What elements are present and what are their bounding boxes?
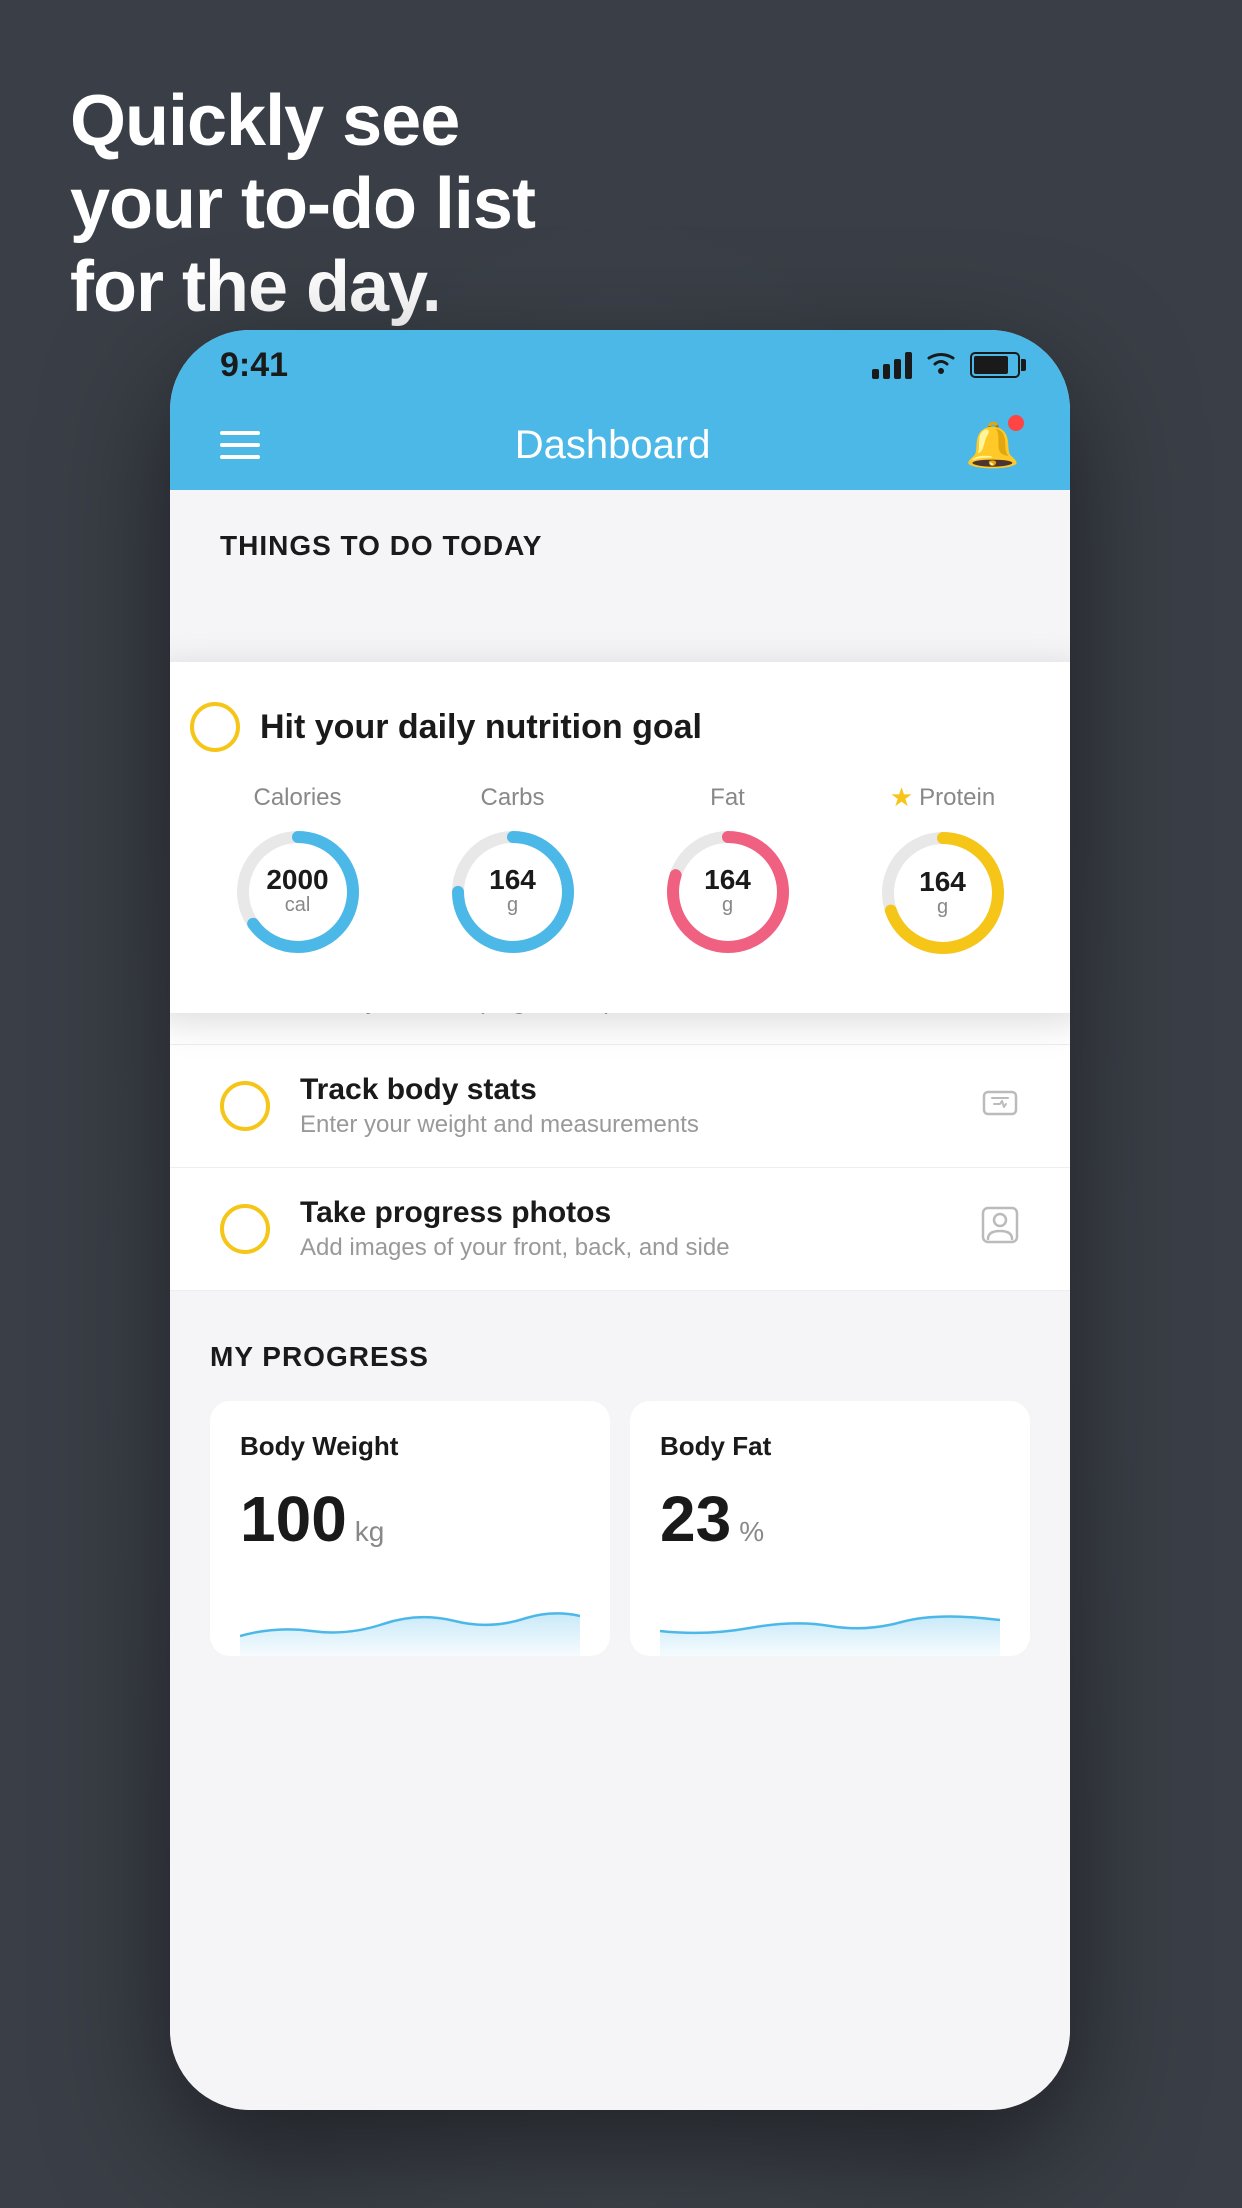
body-fat-title: Body Fat xyxy=(660,1431,1000,1462)
fat-label: Fat xyxy=(710,784,745,812)
carbs-unit: g xyxy=(507,894,518,917)
protein-label: Protein xyxy=(919,784,995,812)
body-fat-card: Body Fat 23 % xyxy=(630,1401,1030,1656)
nutrition-protein: ★ Protein 164 g xyxy=(873,782,1013,963)
carbs-label: Carbs xyxy=(480,784,544,812)
content-area: THINGS TO DO TODAY Hit your daily nutrit… xyxy=(170,490,1070,2110)
nutrition-calories: Calories 2000 cal xyxy=(228,784,368,962)
body-stats-subtitle: Enter your weight and measurements xyxy=(300,1111,950,1139)
body-fat-value-row: 23 % xyxy=(660,1482,1000,1556)
body-weight-title: Body Weight xyxy=(240,1431,580,1462)
body-weight-unit: kg xyxy=(355,1516,385,1548)
body-stats-text: Track body stats Enter your weight and m… xyxy=(300,1073,950,1139)
notification-badge xyxy=(1008,415,1024,431)
wifi-icon xyxy=(924,349,958,381)
fat-unit: g xyxy=(722,894,733,917)
star-icon: ★ xyxy=(890,782,913,813)
status-icons xyxy=(872,349,1020,381)
photos-text: Take progress photos Add images of your … xyxy=(300,1196,950,1262)
carbs-ring: 164 g xyxy=(443,822,583,962)
todo-item-photos[interactable]: Take progress photos Add images of your … xyxy=(170,1168,1070,1291)
calories-value: 2000 xyxy=(266,866,328,894)
nutrition-carbs: Carbs 164 g xyxy=(443,784,583,962)
things-to-do-header: THINGS TO DO TODAY xyxy=(170,490,1070,582)
body-fat-chart xyxy=(660,1586,1000,1656)
calories-unit: cal xyxy=(285,894,311,917)
nav-bar: Dashboard 🔔 xyxy=(170,400,1070,490)
notifications-button[interactable]: 🔔 xyxy=(965,419,1020,471)
calories-label: Calories xyxy=(253,784,341,812)
signal-icon xyxy=(872,351,912,379)
progress-section: MY PROGRESS Body Weight 100 kg xyxy=(170,1291,1070,1656)
battery-icon xyxy=(970,352,1020,378)
carbs-value: 164 xyxy=(489,866,536,894)
progress-cards: Body Weight 100 kg xyxy=(210,1401,1030,1656)
body-weight-chart xyxy=(240,1586,580,1656)
nutrition-card-title: Hit your daily nutrition goal xyxy=(260,708,702,747)
todo-item-body-stats[interactable]: Track body stats Enter your weight and m… xyxy=(170,1045,1070,1168)
todo-check-circle[interactable] xyxy=(190,702,240,752)
photos-subtitle: Add images of your front, back, and side xyxy=(300,1234,950,1262)
photos-check-circle[interactable] xyxy=(220,1204,270,1254)
body-weight-number: 100 xyxy=(240,1482,347,1556)
protein-label-row: ★ Protein xyxy=(890,782,995,813)
nutrition-circles: Calories 2000 cal xyxy=(190,782,1050,963)
status-bar: 9:41 xyxy=(170,330,1070,400)
body-fat-number: 23 xyxy=(660,1482,731,1556)
fat-value: 164 xyxy=(704,866,751,894)
body-weight-card: Body Weight 100 kg xyxy=(210,1401,610,1656)
status-time: 9:41 xyxy=(220,346,288,385)
protein-value: 164 xyxy=(919,868,966,896)
photos-title: Take progress photos xyxy=(300,1196,950,1230)
body-stats-check-circle[interactable] xyxy=(220,1081,270,1131)
nav-title: Dashboard xyxy=(515,423,711,468)
fat-ring: 164 g xyxy=(658,822,798,962)
body-stats-title: Track body stats xyxy=(300,1073,950,1107)
body-weight-value-row: 100 kg xyxy=(240,1482,580,1556)
person-photo-icon xyxy=(980,1205,1020,1254)
nutrition-card: Hit your daily nutrition goal Calories xyxy=(170,662,1070,1013)
menu-button[interactable] xyxy=(220,431,260,459)
phone-mockup: 9:41 Dashboard 🔔 xyxy=(170,330,1070,2110)
protein-unit: g xyxy=(937,896,948,919)
body-fat-unit: % xyxy=(739,1516,764,1548)
headline: Quickly see your to-do list for the day. xyxy=(70,80,535,328)
scale-icon xyxy=(980,1084,1020,1129)
nutrition-fat: Fat 164 g xyxy=(658,784,798,962)
calories-ring: 2000 cal xyxy=(228,822,368,962)
progress-header: MY PROGRESS xyxy=(210,1341,1030,1373)
protein-ring: 164 g xyxy=(873,823,1013,963)
